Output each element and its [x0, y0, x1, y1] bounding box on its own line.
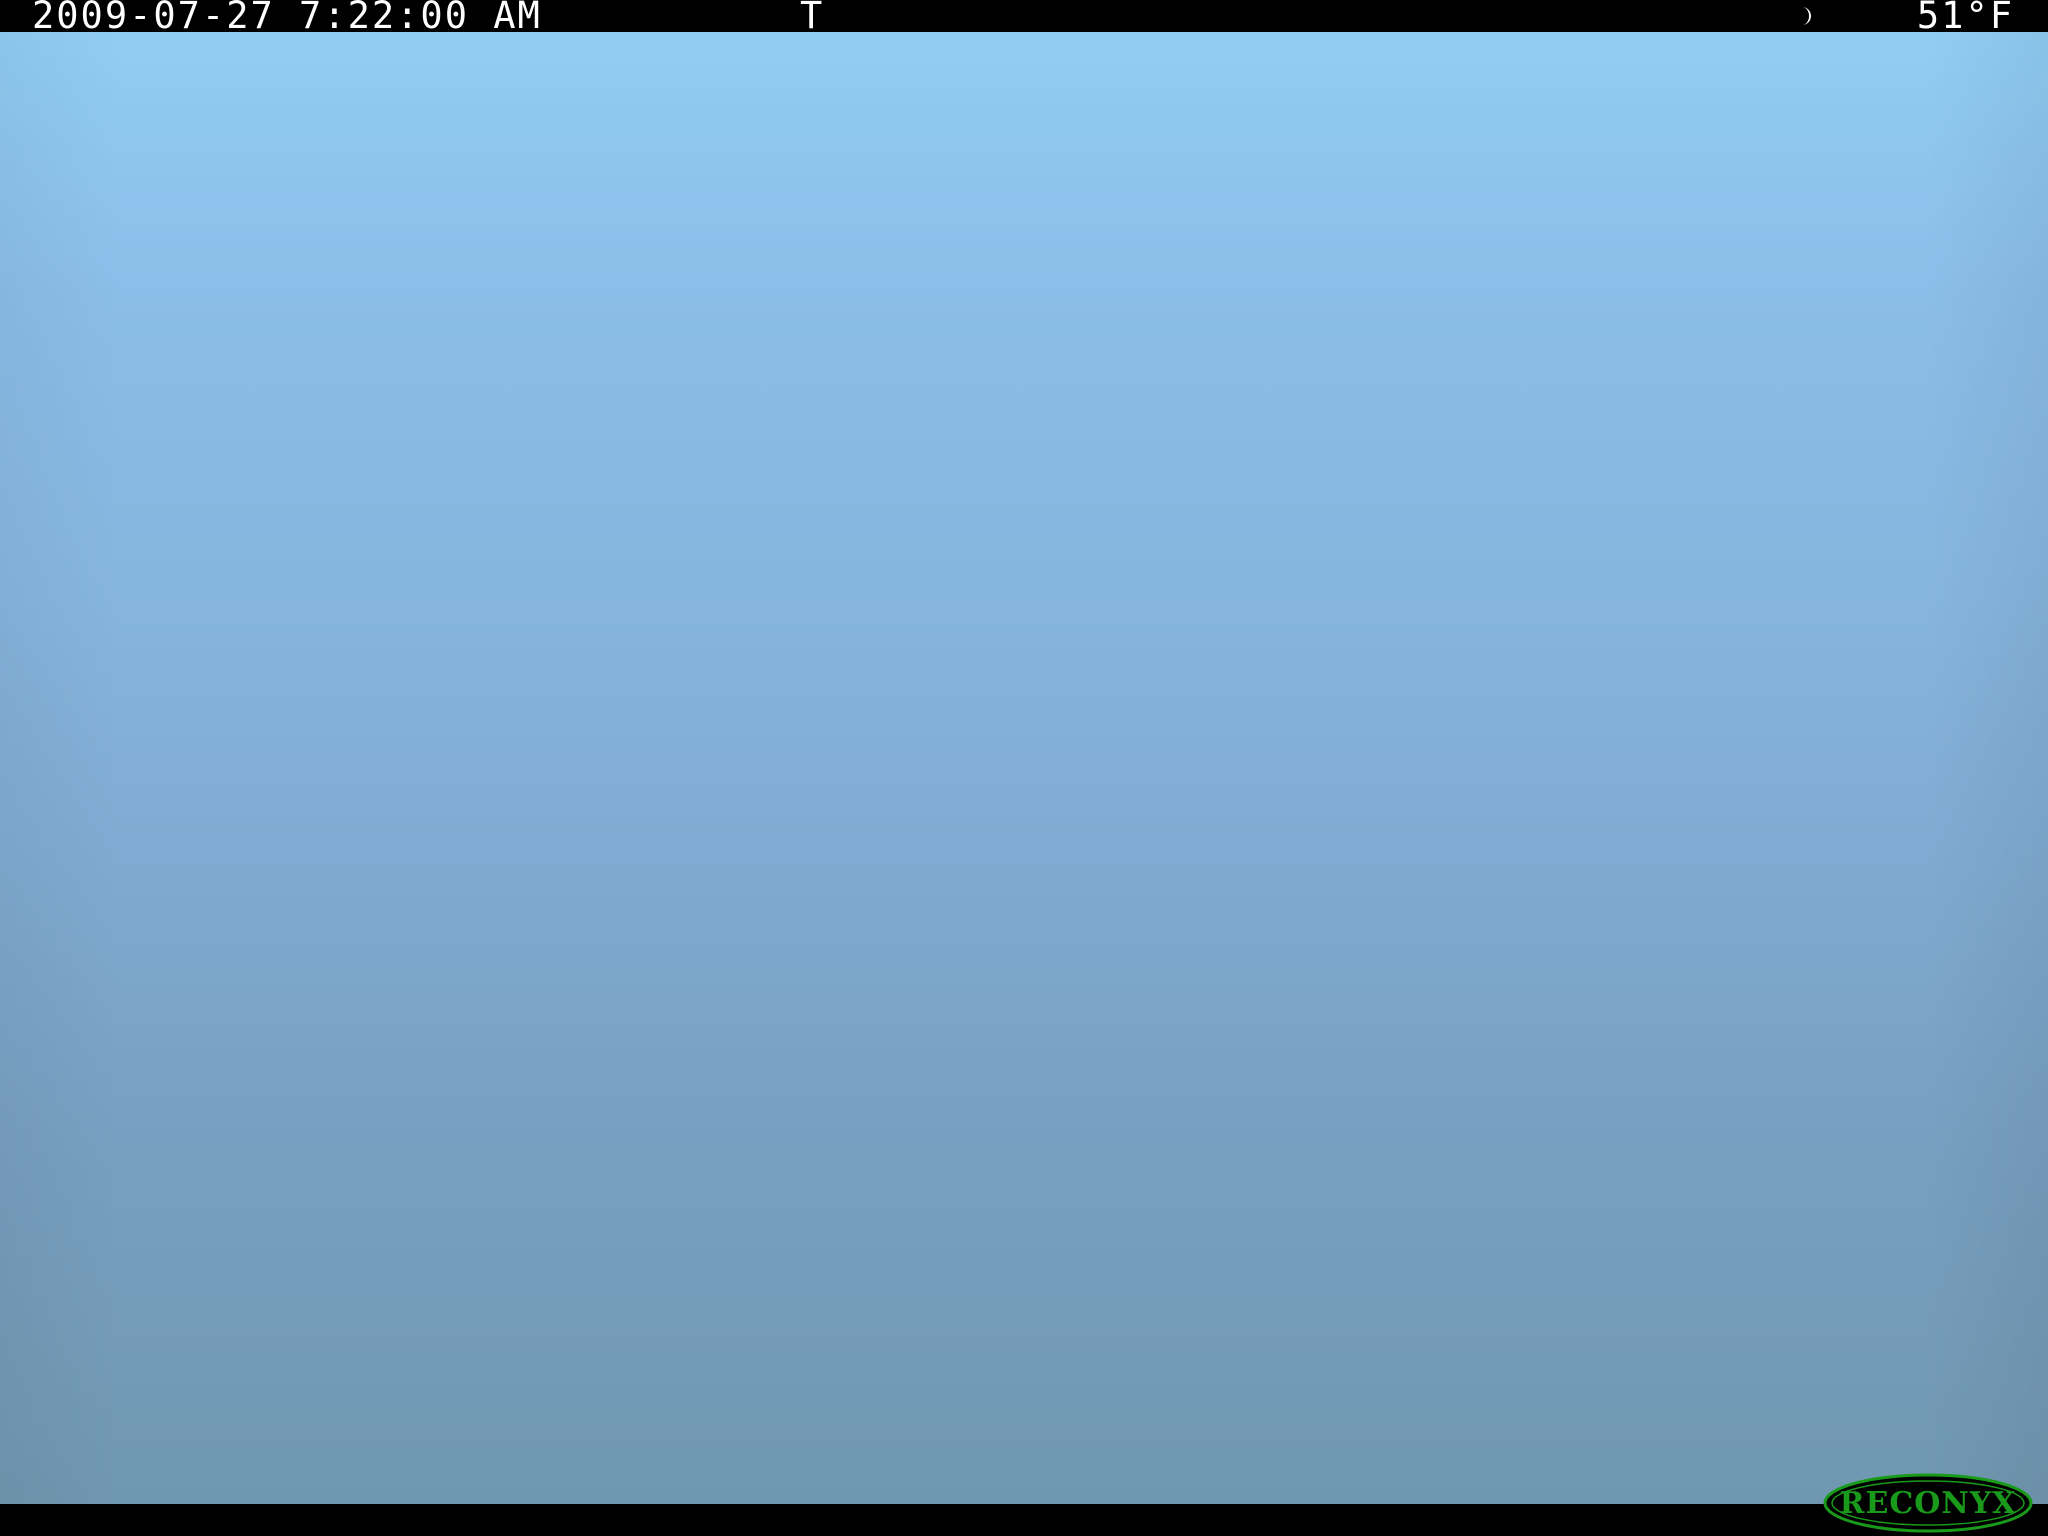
camera-trap-frame: 2009-07-27 7:22:00 AM T 51°F RECONYX — [0, 0, 2048, 1536]
info-strip-bottom — [0, 1504, 2048, 1536]
logo-text: RECONYX — [1840, 1486, 2017, 1521]
trigger-indicator: T — [800, 0, 825, 32]
reconyx-logo: RECONYX — [1823, 1473, 2033, 1533]
info-strip-top: 2009-07-27 7:22:00 AM T 51°F — [0, 0, 2048, 32]
timestamp: 2009-07-27 7:22:00 AM — [32, 0, 542, 32]
temperature-readout: 51°F — [1916, 0, 2014, 32]
sky-image — [0, 32, 2048, 1504]
crescent-moon-icon — [1802, 7, 1811, 25]
